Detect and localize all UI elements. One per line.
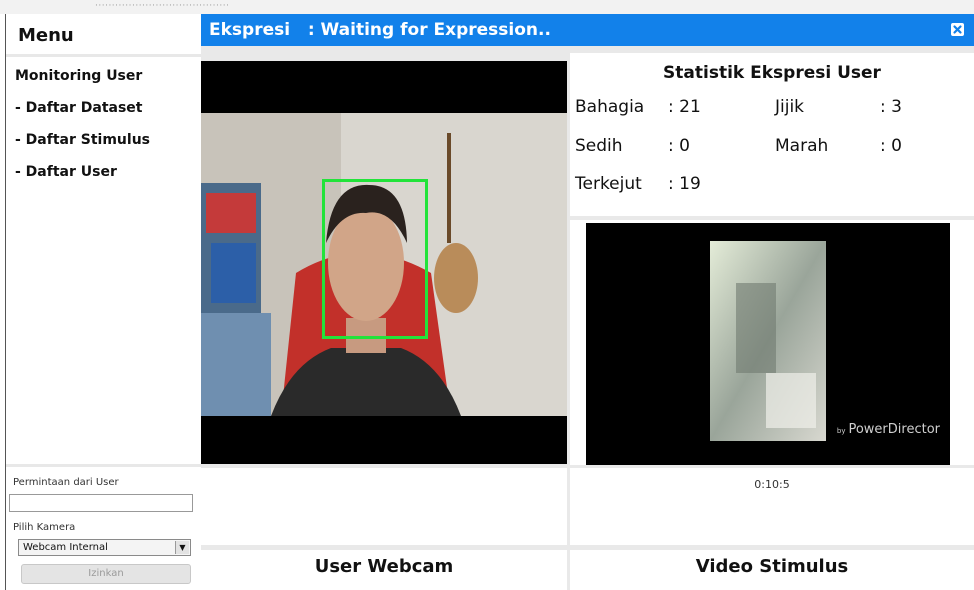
menu-title: Menu: [18, 25, 74, 46]
webcam-label-box: User Webcam: [201, 550, 567, 590]
expression-stats-panel: Statistik Ekspresi User Bahagia : 21 Jij…: [570, 53, 974, 216]
divider: [6, 464, 202, 467]
sidebar-item-daftar-dataset[interactable]: - Daftar Dataset: [15, 100, 143, 116]
video-watermark: by PowerDirector: [837, 422, 940, 437]
sidebar-item-daftar-stimulus[interactable]: - Daftar Stimulus: [15, 132, 150, 148]
camera-select[interactable]: Webcam Internal ▼: [18, 539, 191, 556]
faint-text: ········································: [95, 1, 230, 11]
stimulus-video[interactable]: by PowerDirector: [586, 223, 950, 465]
stat-label-marah: Marah: [775, 136, 829, 156]
stat-label-terkejut: Terkejut: [575, 174, 642, 194]
sidebar-item-daftar-user[interactable]: - Daftar User: [15, 164, 117, 180]
panel-header: Ekspresi : Waiting for Expression..: [201, 14, 974, 46]
stats-title: Statistik Ekspresi User: [663, 63, 881, 83]
sidebar: Menu Monitoring User - Daftar Dataset - …: [5, 14, 202, 590]
watermark-text: PowerDirector: [848, 422, 940, 437]
divider: [6, 54, 202, 57]
request-label: Permintaan dari User: [13, 477, 119, 488]
request-input[interactable]: [9, 494, 193, 512]
stimulus-panel: by PowerDirector: [570, 220, 974, 465]
stimulus-label-box: Video Stimulus: [570, 550, 974, 590]
stat-label-jijik: Jijik: [775, 97, 805, 117]
watermark-prefix: by: [836, 427, 846, 435]
stimulus-label: Video Stimulus: [695, 556, 849, 577]
sidebar-item-monitoring-user[interactable]: Monitoring User: [15, 68, 142, 84]
stimulus-info-area: 0:10:5: [570, 468, 974, 545]
header-title: Ekspresi : Waiting for Expression..: [209, 20, 551, 40]
webcam-label: User Webcam: [314, 556, 454, 577]
face-detection-box: [322, 179, 428, 339]
video-timer: 0:10:5: [754, 478, 790, 491]
camera-label: Pilih Kamera: [13, 522, 76, 533]
stat-value-terkejut: : 19: [668, 174, 701, 194]
chevron-down-icon[interactable]: ▼: [175, 541, 189, 554]
stat-value-marah: : 0: [880, 136, 902, 156]
stat-value-sedih: : 0: [668, 136, 690, 156]
stat-label-sedih: Sedih: [575, 136, 623, 156]
stat-label-bahagia: Bahagia: [575, 97, 645, 117]
webcam-info-area: [201, 468, 567, 545]
allow-button[interactable]: Izinkan: [21, 564, 191, 584]
stat-value-jijik: : 3: [880, 97, 902, 117]
stat-value-bahagia: : 21: [668, 97, 701, 117]
close-icon[interactable]: [951, 23, 964, 36]
window-top-strip: ········································: [0, 0, 974, 14]
camera-select-value: Webcam Internal: [23, 542, 108, 553]
